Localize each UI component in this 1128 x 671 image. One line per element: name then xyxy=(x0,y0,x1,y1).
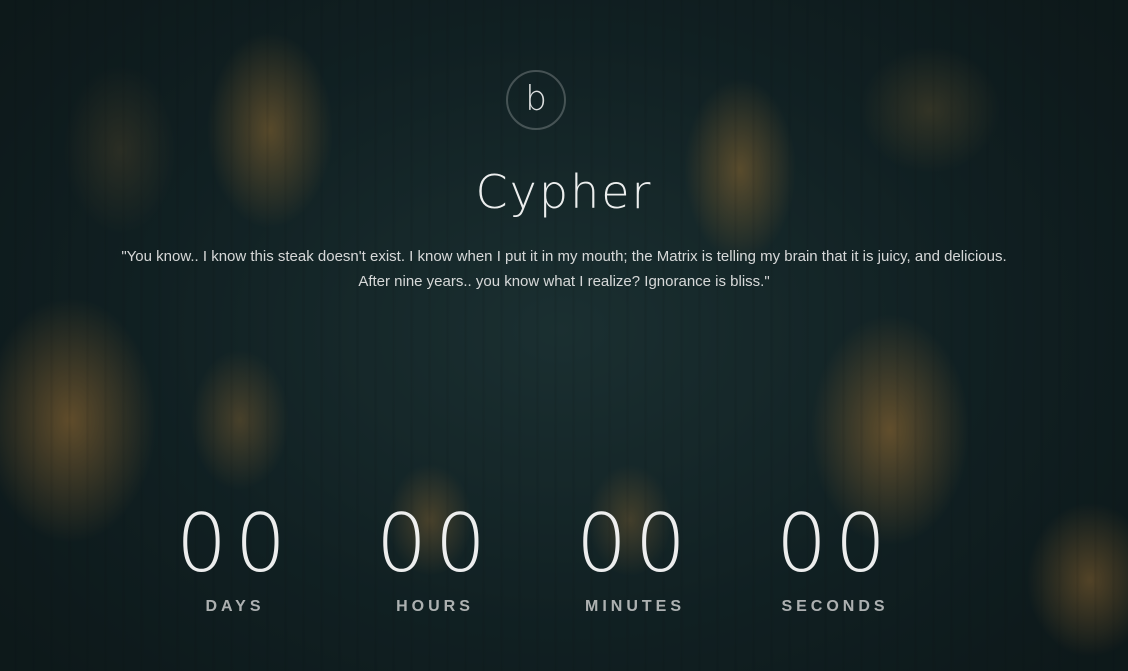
quote-line-1: "You know.. I know this steak doesn't ex… xyxy=(121,248,1007,265)
page-title: Cypher xyxy=(475,165,653,219)
quote-line-2: After nine years.. you know what I reali… xyxy=(358,273,770,290)
countdown-seconds: 00 SECONDS xyxy=(735,500,935,616)
seconds-value: 00 xyxy=(776,497,894,590)
countdown-days: 00 DAYS xyxy=(135,500,335,616)
hours-label: HOURS xyxy=(396,598,474,615)
quote-text: "You know.. I know this steak doesn't ex… xyxy=(40,244,1088,294)
coming-soon-page: b Cypher "You know.. I know this steak d… xyxy=(0,0,1128,671)
countdown-hours: 00 HOURS xyxy=(335,500,535,616)
seconds-label: SECONDS xyxy=(781,598,889,615)
countdown-timer: 00 DAYS 00 HOURS 00 MINUTES 00 SECONDS xyxy=(135,500,935,630)
hours-value: 00 xyxy=(376,497,494,590)
logo-badge: b xyxy=(506,70,566,130)
countdown-minutes: 00 MINUTES xyxy=(535,500,735,616)
minutes-value: 00 xyxy=(576,497,694,590)
days-label: DAYS xyxy=(205,598,265,615)
logo-letter: b xyxy=(525,79,547,119)
minutes-label: MINUTES xyxy=(585,598,685,615)
days-value: 00 xyxy=(176,497,294,590)
